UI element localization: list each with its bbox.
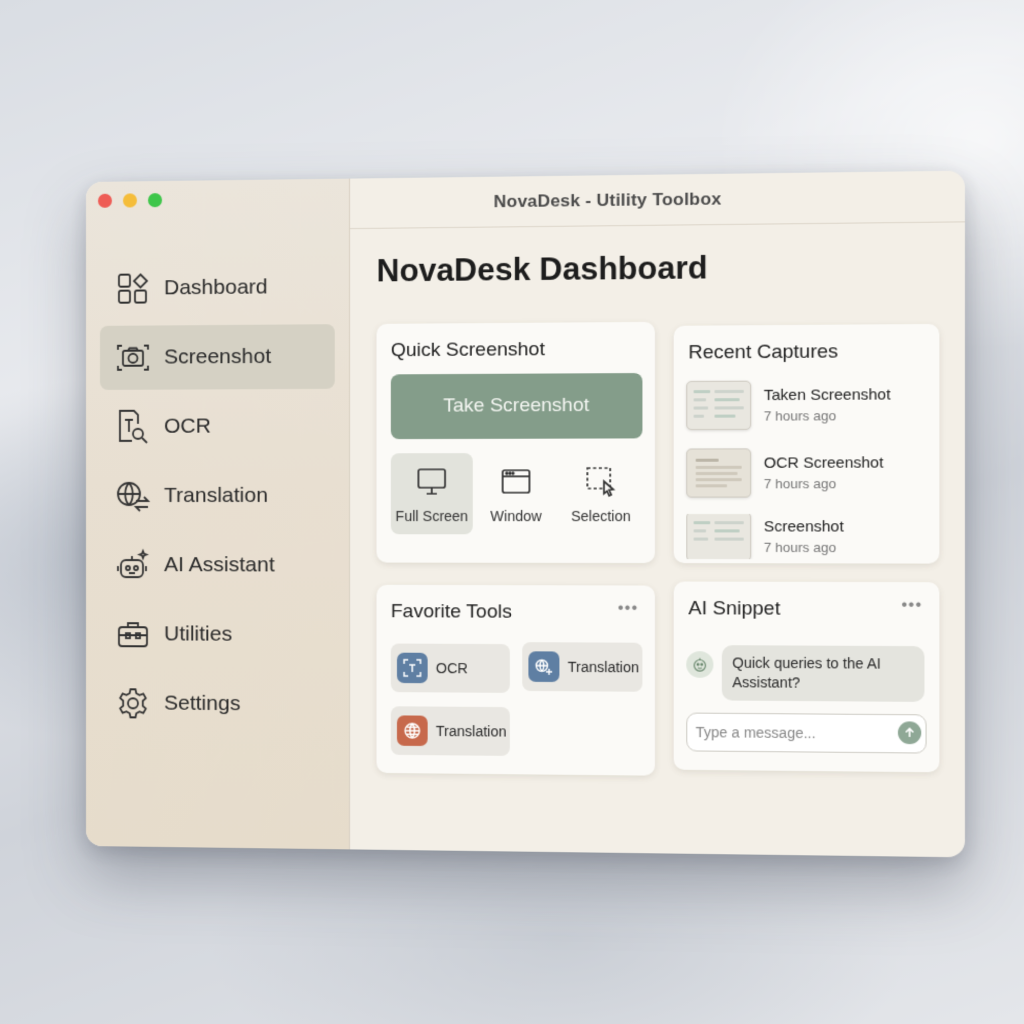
page-title: NovaDesk Dashboard — [377, 250, 708, 290]
arrow-up-icon — [903, 727, 916, 739]
minimize-button[interactable] — [122, 193, 137, 208]
ocr-icon — [396, 652, 428, 684]
take-screenshot-button[interactable]: Take Screenshot — [390, 373, 643, 440]
globe-translate-icon — [116, 479, 150, 513]
capture-item[interactable]: Taken Screenshot 7 hours ago — [686, 378, 928, 432]
sidebar-item-utilities[interactable]: Utilities — [100, 602, 335, 667]
sidebar-item-translation[interactable]: Translation — [100, 464, 335, 529]
capture-time: 7 hours ago — [763, 407, 837, 424]
sidebar-item-screenshot[interactable]: Screenshot — [99, 324, 335, 390]
camera-icon — [116, 343, 149, 371]
tool-translation-globe[interactable]: Translation — [390, 706, 510, 756]
more-options-icon[interactable]: ••• — [618, 600, 639, 618]
card-title: AI Snippet — [688, 597, 781, 620]
page-title-brand: NovaDesk — [376, 251, 531, 289]
page-title-rest: Dashboard — [530, 249, 708, 288]
mode-label: Window — [490, 507, 542, 525]
gear-icon — [116, 686, 150, 720]
tool-label: Translation — [435, 722, 507, 740]
capture-item[interactable]: Screenshot 7 hours ago — [686, 514, 928, 560]
capture-time: 7 hours ago — [763, 539, 837, 556]
favorite-tools-card: Favorite Tools ••• OCR Translation Trans… — [376, 584, 655, 776]
ai-message-bubble: Quick queries to the AI Assistant? — [721, 645, 925, 702]
close-button[interactable] — [97, 193, 112, 208]
capture-thumbnail — [686, 514, 752, 560]
capture-thumbnail — [686, 448, 752, 498]
capture-time: 7 hours ago — [763, 475, 837, 492]
card-title: Favorite Tools — [390, 601, 512, 623]
window-controls — [97, 193, 163, 208]
tool-translation[interactable]: Translation — [522, 642, 643, 692]
dashboard-grid-icon — [117, 272, 148, 304]
sidebar-item-dashboard[interactable]: Dashboard — [100, 255, 335, 321]
main-content: NovaDesk - Utility Toolbox NovaDesk Dash… — [350, 170, 965, 858]
sidebar-item-label: OCR — [164, 414, 211, 438]
mode-label: Selection — [571, 507, 631, 525]
sidebar-item-label: Settings — [164, 691, 241, 716]
capture-name: Screenshot — [763, 518, 844, 536]
selection-cursor-icon — [584, 465, 617, 498]
tool-label: Translation — [567, 658, 640, 676]
app-window: Dashboard Screenshot OCR Translation AI … — [86, 170, 965, 858]
quick-screenshot-card: Quick Screenshot Take Screenshot Full Sc… — [376, 321, 655, 564]
capture-name: Taken Screenshot — [763, 386, 891, 405]
sidebar: Dashboard Screenshot OCR Translation AI … — [86, 178, 351, 850]
ocr-scan-icon — [118, 409, 150, 444]
message-input[interactable] — [686, 712, 927, 754]
tool-label: OCR — [435, 659, 468, 677]
robot-icon — [116, 548, 150, 582]
sidebar-item-label: Dashboard — [164, 275, 268, 300]
ai-avatar — [686, 651, 714, 678]
tool-ocr[interactable]: OCR — [390, 643, 510, 693]
translate-icon — [528, 651, 560, 683]
recent-captures-card: Recent Captures Taken Screenshot 7 hours… — [673, 323, 940, 564]
mode-selection[interactable]: Selection — [559, 453, 642, 535]
mode-window[interactable]: Window — [475, 453, 557, 534]
sidebar-item-label: Translation — [164, 483, 268, 507]
capture-item[interactable]: OCR Screenshot 7 hours ago — [686, 446, 928, 500]
window-title: NovaDesk - Utility Toolbox — [350, 170, 965, 230]
sidebar-item-label: Screenshot — [164, 344, 272, 369]
monitor-icon — [415, 465, 448, 497]
sidebar-item-label: Utilities — [164, 622, 233, 646]
card-title: Quick Screenshot — [390, 338, 545, 362]
send-button[interactable] — [897, 721, 922, 745]
ai-snippet-card: AI Snippet ••• Quick queries to the AI A… — [673, 581, 940, 773]
sidebar-item-ocr[interactable]: OCR — [100, 394, 335, 459]
globe-icon — [396, 715, 428, 747]
card-title: Recent Captures — [688, 341, 839, 364]
capture-name: OCR Screenshot — [763, 454, 884, 472]
capture-thumbnail — [686, 380, 752, 431]
sidebar-item-settings[interactable]: Settings — [100, 671, 335, 737]
mode-full-screen[interactable]: Full Screen — [390, 453, 473, 535]
maximize-button[interactable] — [147, 193, 163, 208]
ai-bot-icon — [690, 655, 709, 674]
window-icon — [500, 465, 533, 498]
mode-label: Full Screen — [395, 507, 469, 525]
sidebar-item-ai-assistant[interactable]: AI Assistant — [100, 533, 335, 598]
sidebar-item-label: AI Assistant — [164, 553, 275, 577]
toolbox-icon — [116, 617, 150, 651]
more-options-icon[interactable]: ••• — [901, 597, 922, 616]
